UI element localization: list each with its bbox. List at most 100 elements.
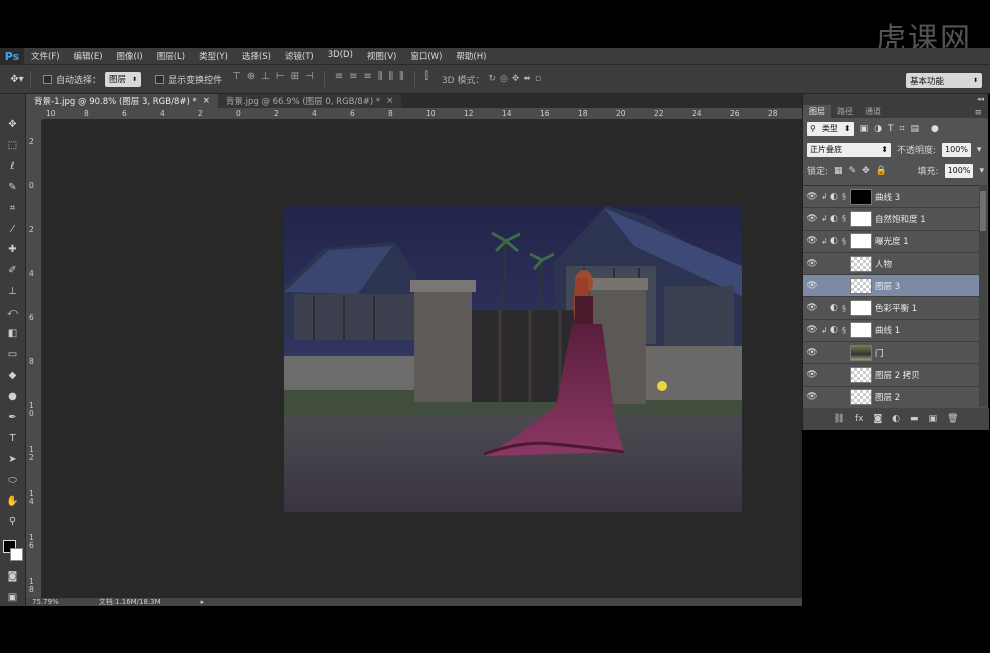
layer-row[interactable]: 👁 ◐ § 色彩平衡 1 xyxy=(803,297,979,320)
lasso-tool-icon[interactable]: ℓ xyxy=(4,158,22,175)
visibility-eye-icon[interactable]: 👁 xyxy=(803,303,821,313)
path-select-tool-icon[interactable]: ➤ xyxy=(4,451,22,468)
hand-tool-icon[interactable]: ✋ xyxy=(4,493,22,510)
visibility-eye-icon[interactable]: 👁 xyxy=(803,236,821,246)
color-swatches[interactable] xyxy=(2,538,24,564)
quick-mask-icon[interactable]: ◙ xyxy=(4,568,22,585)
shape-tool-icon[interactable]: ⬭ xyxy=(4,472,22,489)
brush-tool-icon[interactable]: ✐ xyxy=(4,262,22,279)
align-left-icon[interactable]: ⊢ xyxy=(276,71,285,87)
chain-link-icon[interactable]: § xyxy=(842,304,850,313)
canvas-area[interactable] xyxy=(42,120,802,598)
menu-item[interactable]: 编辑(E) xyxy=(67,50,110,62)
menu-item[interactable]: 窗口(W) xyxy=(403,50,449,62)
tab-paths[interactable]: 路径 xyxy=(831,105,859,118)
3d-rotate-icon[interactable]: ↻ xyxy=(488,74,496,84)
opacity-slider-icon[interactable]: ▾ xyxy=(977,145,982,155)
layer-thumbnail[interactable] xyxy=(850,322,872,339)
layer-row[interactable]: 👁 图层 3 xyxy=(803,275,979,298)
visibility-eye-icon[interactable]: 👁 xyxy=(803,392,821,402)
new-group-icon[interactable]: ▬ xyxy=(910,414,919,424)
layer-row[interactable]: 👁 门 xyxy=(803,342,979,365)
blend-mode-dropdown[interactable]: 正片叠底 ⬍ xyxy=(807,142,891,157)
menu-item[interactable]: 滤镜(T) xyxy=(278,50,321,62)
visibility-eye-icon[interactable]: 👁 xyxy=(803,281,821,291)
layer-style-icon[interactable]: fx xyxy=(855,414,864,424)
visibility-eye-icon[interactable]: 👁 xyxy=(803,214,821,224)
layer-thumbnail[interactable] xyxy=(850,210,872,227)
distribute-hcenter-icon[interactable]: ⫼ xyxy=(389,71,394,87)
healing-tool-icon[interactable]: ✚ xyxy=(4,242,22,259)
history-brush-tool-icon[interactable]: ⤺ xyxy=(4,304,22,321)
menu-item[interactable]: 3D(D) xyxy=(321,50,360,62)
distribute-left-icon[interactable]: ⫼ xyxy=(378,71,383,87)
new-layer-icon[interactable]: ▣ xyxy=(929,414,938,424)
distribute-bottom-icon[interactable]: ≡ xyxy=(364,71,372,87)
chain-link-icon[interactable]: § xyxy=(842,326,850,335)
menu-item[interactable]: 类型(Y) xyxy=(192,50,235,62)
close-icon[interactable]: × xyxy=(386,96,393,106)
status-arrow-icon[interactable]: ▸ xyxy=(201,598,205,606)
chain-link-icon[interactable]: § xyxy=(842,192,850,201)
lock-all-icon[interactable]: 🔒 xyxy=(876,166,887,176)
layer-row[interactable]: 👁 ↲ ◐ § 曝光度 1 xyxy=(803,231,979,253)
marquee-tool-icon[interactable]: ⬚ xyxy=(4,137,22,154)
close-icon[interactable]: × xyxy=(203,96,210,106)
layers-scrollbar[interactable] xyxy=(979,185,987,407)
align-vcenter-icon[interactable]: ⊕ xyxy=(247,71,255,87)
zoom-level[interactable]: 75.79% xyxy=(32,598,59,606)
layer-thumbnail[interactable] xyxy=(850,389,872,406)
fill-field[interactable]: 100% xyxy=(944,163,974,178)
visibility-eye-icon[interactable]: 👁 xyxy=(803,325,821,335)
align-right-icon[interactable]: ⊣ xyxy=(305,71,314,87)
move-tool-icon[interactable]: ✥▾ xyxy=(8,71,26,88)
layer-thumbnail[interactable] xyxy=(850,300,872,317)
auto-align-icon[interactable]: ⫿ xyxy=(425,71,428,87)
layer-thumbnail[interactable] xyxy=(850,344,872,361)
gradient-tool-icon[interactable]: ▭ xyxy=(4,346,22,363)
show-transform-checkbox[interactable] xyxy=(155,74,165,84)
blur-tool-icon[interactable]: ◆ xyxy=(4,367,22,384)
link-layers-icon[interactable]: ⛓ xyxy=(834,414,845,424)
menu-item[interactable]: 选择(S) xyxy=(235,50,278,62)
filter-shape-icon[interactable]: ⌗ xyxy=(899,124,904,134)
layer-row[interactable]: 👁 图层 2 xyxy=(803,387,979,409)
distribute-top-icon[interactable]: ≡ xyxy=(335,71,343,87)
layer-thumbnail[interactable] xyxy=(850,255,872,272)
align-top-icon[interactable]: ⊤ xyxy=(232,71,241,87)
auto-select-dropdown[interactable]: 图层 ⬍ xyxy=(105,71,142,87)
opacity-field[interactable]: 100% xyxy=(942,142,971,157)
filter-adjust-icon[interactable]: ◑ xyxy=(874,124,882,134)
fill-slider-icon[interactable]: ▾ xyxy=(979,166,984,176)
3d-roll-icon[interactable]: ◎ xyxy=(500,74,508,84)
menu-item[interactable]: 视图(V) xyxy=(360,50,403,62)
lock-transparent-icon[interactable]: ▦ xyxy=(834,166,843,176)
filter-kind-dropdown[interactable]: ⚲ 类型 ⬍ xyxy=(807,121,854,136)
layer-row[interactable]: 👁 人物 xyxy=(803,253,979,276)
layer-thumbnail[interactable] xyxy=(850,233,872,250)
layer-thumbnail[interactable] xyxy=(850,188,872,205)
stamp-tool-icon[interactable]: ⊥ xyxy=(4,283,22,300)
layer-row[interactable]: 👁 图层 2 拷贝 xyxy=(803,364,979,387)
visibility-eye-icon[interactable]: 👁 xyxy=(803,192,821,202)
auto-select-checkbox[interactable] xyxy=(43,74,52,84)
distribute-vcenter-icon[interactable]: ≡ xyxy=(349,71,357,87)
tab-document-2[interactable]: 背景.jpg @ 66.9% (图层 0, RGB/8#) * × xyxy=(217,94,402,108)
screen-mode-icon[interactable]: ▣ xyxy=(4,589,22,606)
menu-item[interactable]: 帮助(H) xyxy=(449,50,493,62)
crop-tool-icon[interactable]: ⌗ xyxy=(4,200,22,217)
chain-link-icon[interactable]: § xyxy=(842,214,850,223)
eyedropper-tool-icon[interactable]: ⁄ xyxy=(4,221,22,238)
panel-menu-icon[interactable]: ≡ xyxy=(974,108,982,118)
type-tool-icon[interactable]: T xyxy=(4,430,22,447)
3d-slide-icon[interactable]: ⬌ xyxy=(523,74,531,84)
workspace-dropdown[interactable]: 基本功能 ⬍ xyxy=(906,73,982,88)
layer-row[interactable]: 👁 ↲ ◐ § 自然饱和度 1 xyxy=(803,208,979,231)
lock-position-icon[interactable]: ✥ xyxy=(862,166,870,176)
filter-smart-icon[interactable]: ▤ xyxy=(911,124,920,134)
tab-channels[interactable]: 通道 xyxy=(859,105,887,118)
align-bottom-icon[interactable]: ⊥ xyxy=(261,71,270,87)
background-color[interactable] xyxy=(9,548,23,562)
layer-thumbnail[interactable] xyxy=(850,367,872,384)
layer-row[interactable]: 👁 ↲ ◐ § 曲线 1 xyxy=(803,320,979,343)
